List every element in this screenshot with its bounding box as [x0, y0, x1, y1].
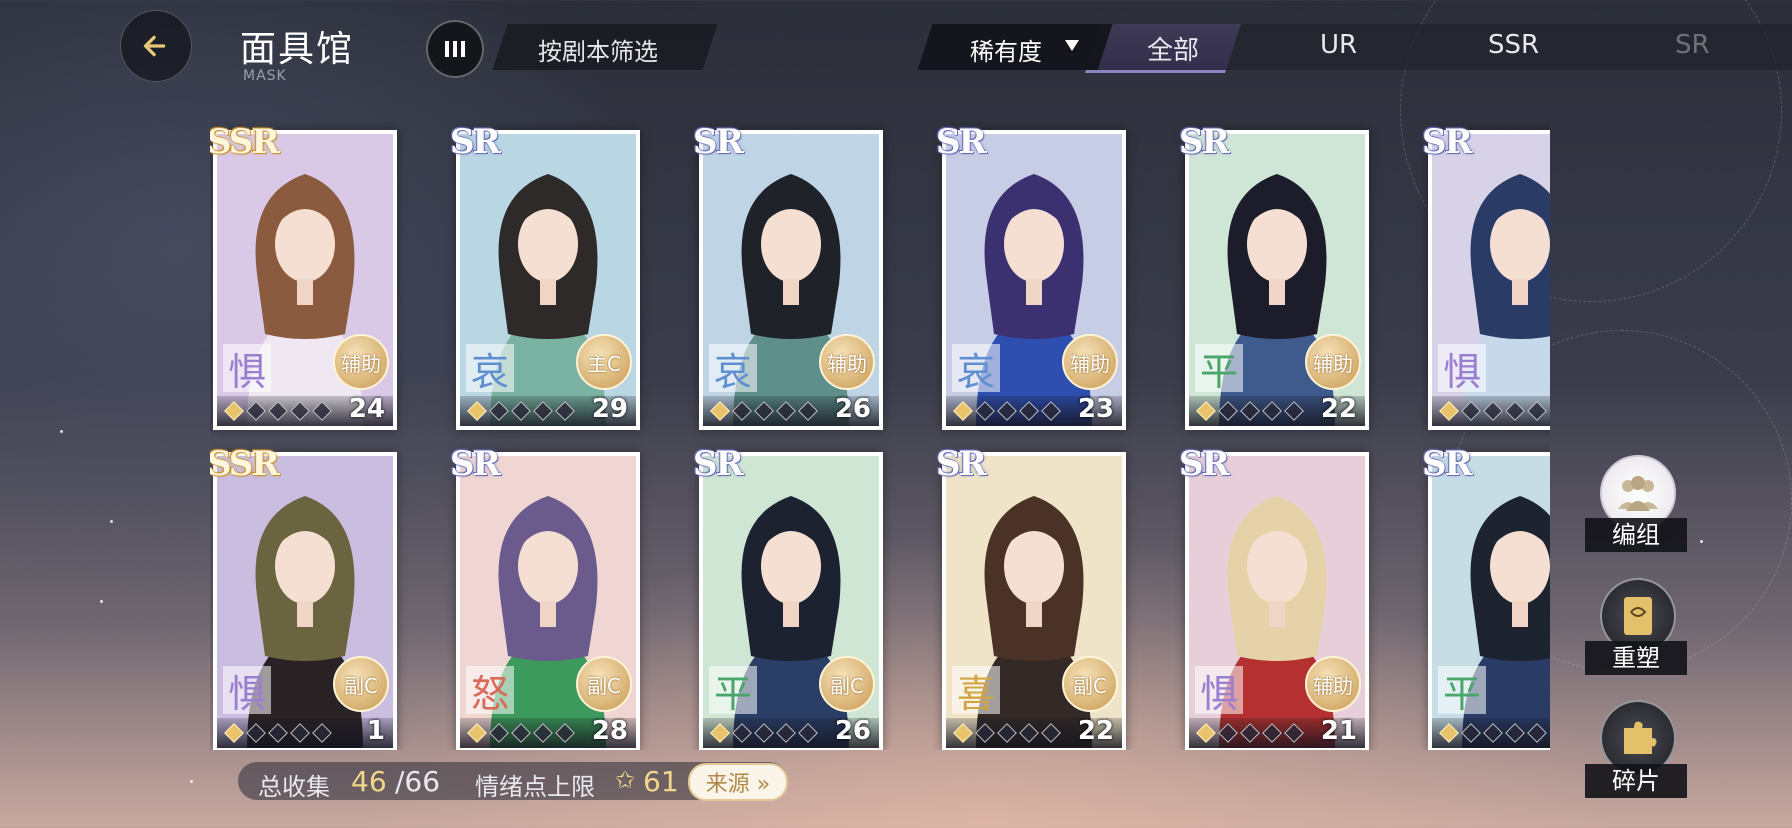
role-badge: 辅助 — [333, 334, 389, 390]
decor-star — [60, 430, 63, 433]
card-level: 26 — [834, 716, 871, 746]
role-badge: 辅助 — [1062, 334, 1118, 390]
mask-card[interactable]: 惧 辅助 21 SR — [1179, 444, 1369, 750]
role-badge: 辅助 — [1305, 334, 1361, 390]
page-title: 面具馆 — [240, 29, 355, 70]
role-badge: 副C — [576, 656, 632, 712]
card-level: 23 — [1077, 394, 1114, 424]
decor-star — [110, 520, 113, 523]
card-level: 28 — [591, 716, 628, 746]
mask-card[interactable]: 怒 副C 28 SR — [450, 444, 640, 750]
rarity-dropdown-label: 稀有度 — [970, 38, 1042, 66]
role-badge: 主C — [576, 334, 632, 390]
menu-icon — [445, 41, 449, 57]
rarity-tag: SR — [450, 122, 501, 162]
rarity-tag: SR — [936, 122, 987, 162]
tab-all[interactable]: 全部 — [1147, 30, 1199, 67]
card-level: 22 — [1320, 394, 1357, 424]
role-badge: 辅助 — [1305, 656, 1361, 712]
rarity-tag: SSR — [210, 122, 280, 162]
rarity-tag: SR — [936, 444, 987, 484]
caret-down-icon — [1065, 40, 1079, 51]
team-label: 编组 — [1585, 518, 1687, 552]
emotion-badge: 哀 — [952, 344, 1000, 394]
mask-card[interactable]: 惧 辅助 24 SSR — [210, 122, 397, 430]
emotion-badge: 惧 — [223, 344, 271, 394]
emotion-badge: 喜 — [952, 666, 1000, 716]
rarity-tag: SR — [693, 444, 744, 484]
emotion-limit-value: 61 — [643, 765, 679, 798]
mask-card[interactable]: 惧 副C 1 SSR — [210, 444, 397, 750]
role-badge: 副C — [1062, 656, 1118, 712]
star-icon: ✩ — [615, 766, 636, 794]
puzzle-piece-icon — [1624, 721, 1657, 754]
remake-label: 重塑 — [1585, 641, 1687, 675]
card-level: 1 — [366, 716, 385, 746]
tab-ur[interactable]: UR — [1320, 30, 1357, 60]
emotion-badge: 哀 — [466, 344, 514, 394]
card-level: 22 — [1077, 716, 1114, 746]
card-level: 21 — [1320, 716, 1357, 746]
mask-card[interactable]: 惧 SR — [1422, 122, 1550, 430]
decor-star — [100, 600, 103, 603]
back-arrow-icon — [143, 35, 166, 57]
team-icon — [1618, 476, 1658, 511]
fragments-label: 碎片 — [1585, 764, 1687, 798]
emotion-badge: 惧 — [223, 666, 271, 716]
mask-card[interactable]: 哀 辅助 23 SR — [936, 122, 1126, 430]
source-button[interactable]: 来源 » — [688, 763, 788, 801]
emotion-badge: 惧 — [1438, 344, 1486, 394]
collection-collected: 46 — [351, 765, 387, 798]
tab-ssr[interactable]: SSR — [1488, 30, 1539, 60]
emotion-badge: 怒 — [466, 666, 514, 716]
rarity-tag: SR — [693, 122, 744, 162]
role-badge: 副C — [819, 656, 875, 712]
collection-total: /66 — [395, 765, 441, 798]
decor-star — [190, 780, 193, 783]
mask-card[interactable]: 哀 主C 29 SR — [450, 122, 640, 430]
mask-card[interactable]: 平 副C 26 SR — [693, 444, 883, 750]
mask-card[interactable]: 平 辅助 22 SR — [1179, 122, 1369, 430]
rarity-tag: SR — [450, 444, 501, 484]
rarity-filter-bar: 稀有度 全部 UR SSR SR — [917, 24, 1792, 73]
card-remake-icon — [1624, 597, 1652, 635]
back-button[interactable] — [120, 10, 192, 82]
script-filter-label: 按剧本筛选 — [538, 38, 658, 66]
rarity-tag: SSR — [210, 444, 280, 484]
rarity-tag: SR — [1179, 122, 1230, 162]
card-level: 29 — [591, 394, 628, 424]
card-level: 26 — [834, 394, 871, 424]
mask-card[interactable]: 哀 辅助 26 SR — [693, 122, 883, 430]
emotion-badge: 平 — [1195, 344, 1243, 394]
tab-sr[interactable]: SR — [1675, 30, 1710, 60]
role-badge: 辅助 — [819, 334, 875, 390]
emotion-badge: 惧 — [1195, 666, 1243, 716]
page-subtitle: MASK — [243, 68, 287, 84]
mask-card[interactable]: 平 SR — [1422, 444, 1550, 750]
emotion-limit-label: 情绪点上限 — [475, 773, 595, 801]
menu-button[interactable] — [426, 20, 484, 78]
rarity-tag: SR — [1179, 444, 1230, 484]
rarity-tag: SR — [1422, 444, 1473, 484]
emotion-badge: 哀 — [709, 344, 757, 394]
collection-label: 总收集 — [258, 773, 330, 801]
emotion-badge: 平 — [709, 666, 757, 716]
role-badge: 副C — [333, 656, 389, 712]
card-level: 24 — [348, 394, 385, 424]
mask-card-grid: 惧辅助 24 SSR 哀主C 29 SR 哀辅助 26 SR 哀辅助 23 SR 平辅助 22 SR 惧 SR 惧… — [210, 120, 1550, 750]
emotion-badge: 平 — [1438, 666, 1486, 716]
decor-star — [1700, 540, 1703, 543]
rarity-tag: SR — [1422, 122, 1473, 162]
mask-card[interactable]: 喜 副C 22 SR — [936, 444, 1126, 750]
